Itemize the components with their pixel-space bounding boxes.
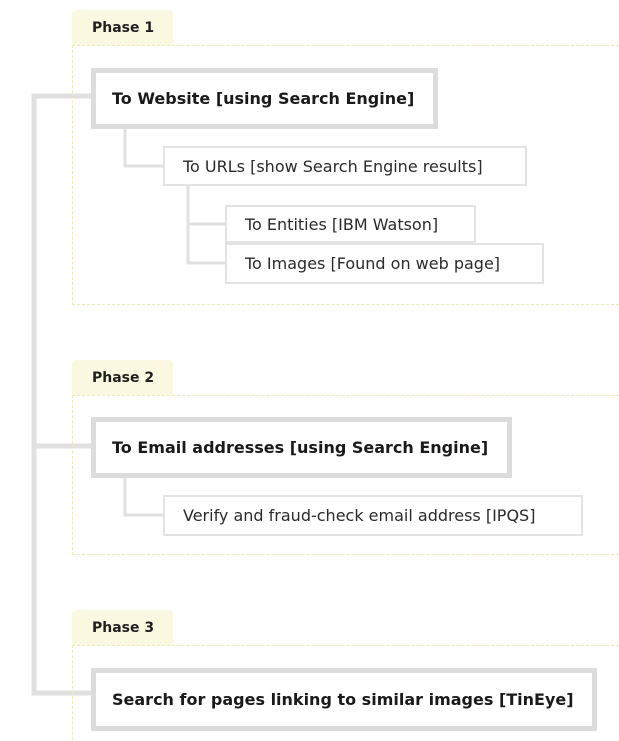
node-email: To Email addresses [using Search Engine] (91, 417, 512, 478)
phase-2-tab: Phase 2 (72, 360, 173, 395)
node-images: To Images [Found on web page] (225, 243, 544, 284)
node-verify-email: Verify and fraud-check email address [IP… (163, 495, 583, 536)
phase-3-tab: Phase 3 (72, 610, 173, 645)
node-urls: To URLs [show Search Engine results] (163, 146, 527, 186)
node-similar-images: Search for pages linking to similar imag… (91, 668, 597, 731)
phase-1-tab: Phase 1 (72, 10, 173, 45)
workflow-diagram: Phase 1 To Website [using Search Engine]… (0, 0, 619, 741)
node-entities: To Entities [IBM Watson] (225, 205, 476, 243)
node-website: To Website [using Search Engine] (91, 68, 438, 129)
